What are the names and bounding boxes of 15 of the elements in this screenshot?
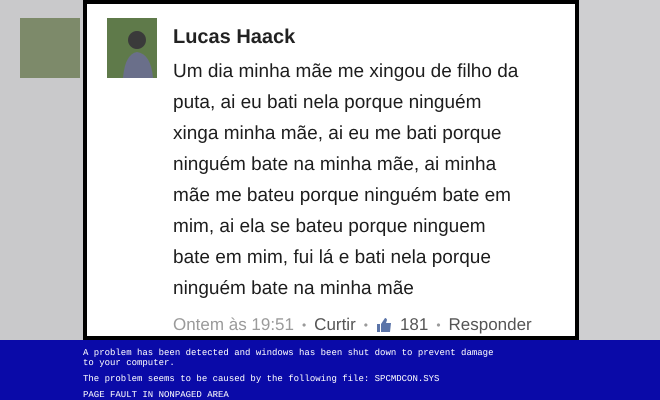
like-count: 181 xyxy=(400,314,428,336)
reply-link[interactable]: Responder xyxy=(448,312,532,338)
error-message-line: A problem has been detected and windows has been shut down to prevent damage xyxy=(83,348,494,358)
error-message-line: to your computer. xyxy=(83,358,176,368)
thumbs-up-icon xyxy=(376,316,392,333)
timestamp: Ontem às 19:51 xyxy=(173,314,294,336)
avatar-icon xyxy=(107,18,157,78)
separator-dot: • xyxy=(436,316,441,334)
separator-dot: • xyxy=(364,316,368,334)
error-message-line: PAGE FAULT IN NONPAGED AREA xyxy=(83,390,230,400)
like-link[interactable]: Curtir xyxy=(314,312,356,338)
comment-text: Um dia minha mãe me xingou de filho da puta, ai eu bati nela porque ninguém xinga minha mãe, ai eu me bati porque ninguém bate na minha mãe, ai minha mãe me bateu porque ninguém bate em mim, ai ela se bateu porque ninguem bate em mim, fui lá e bati nela porque ninguém bate na minha mãe xyxy=(173,60,520,301)
author-name[interactable]: Lucas Haack xyxy=(173,24,532,50)
separator-dot: • xyxy=(302,316,306,334)
error-message-line: The problem seems to be caused by the following file: SPCMDCON.SYS xyxy=(83,374,440,384)
